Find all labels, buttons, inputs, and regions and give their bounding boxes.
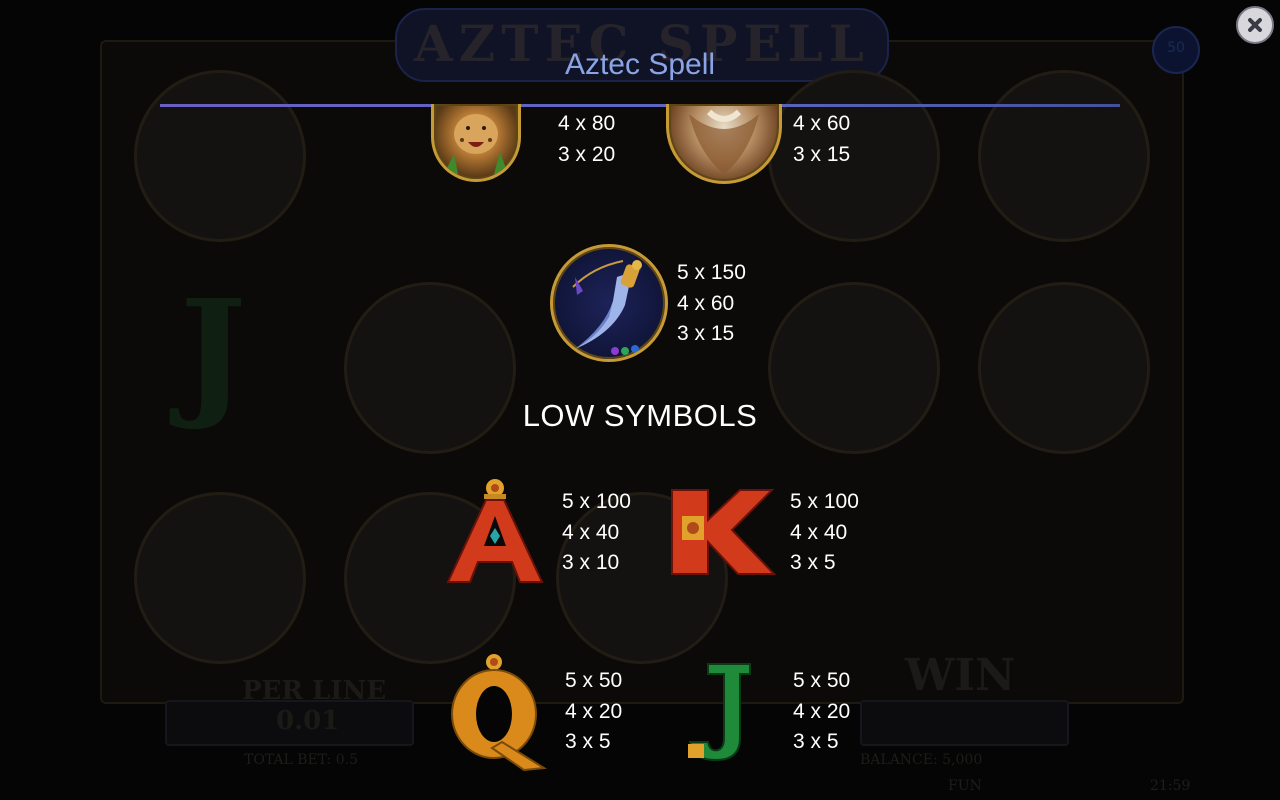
letter-j-symbol-icon bbox=[686, 660, 756, 764]
dagger-symbol-icon bbox=[550, 244, 668, 362]
payout-line: 3 x 5 bbox=[565, 730, 611, 753]
payout-line: 3 x 5 bbox=[790, 551, 836, 574]
k-payouts: 5 x 100 4 x 40 3 x 5 bbox=[790, 487, 859, 579]
payout-line: 3 x 20 bbox=[558, 142, 616, 166]
payout-line: 3 x 15 bbox=[677, 322, 735, 345]
payout-line: 4 x 40 bbox=[562, 520, 620, 544]
j-payouts: 5 x 50 4 x 20 3 x 5 bbox=[793, 666, 850, 758]
fun-label: FUN bbox=[948, 778, 982, 794]
payout-line: 5 x 50 bbox=[793, 669, 851, 692]
bg-symbol bbox=[134, 492, 306, 664]
title-divider bbox=[160, 104, 1120, 107]
letter-k-symbol-icon bbox=[668, 486, 777, 578]
letter-a-symbol-icon bbox=[440, 476, 550, 586]
letter-q-symbol-icon bbox=[448, 652, 548, 772]
payout-line: 5 x 50 bbox=[565, 669, 623, 692]
page-title: Aztec Spell bbox=[564, 48, 716, 81]
a-payouts: 5 x 100 4 x 40 3 x 10 bbox=[562, 487, 631, 579]
eagle-payouts: 4 x 60 3 x 15 bbox=[793, 109, 850, 170]
clock: 21:59 bbox=[1150, 778, 1191, 794]
q-payouts: 5 x 50 4 x 20 3 x 5 bbox=[565, 666, 622, 758]
bet-value: 0.01 bbox=[276, 706, 340, 736]
win-panel bbox=[860, 700, 1069, 746]
win-label: WIN bbox=[905, 650, 1016, 701]
payout-line: 4 x 20 bbox=[565, 699, 623, 723]
payout-line: 3 x 10 bbox=[562, 551, 620, 574]
total-bet: TOTAL BET: 0.5 bbox=[244, 752, 359, 768]
payout-line: 4 x 40 bbox=[790, 520, 848, 544]
close-button[interactable] bbox=[1236, 6, 1274, 44]
bet-label: PER LINE bbox=[242, 676, 387, 706]
payout-line: 5 x 100 bbox=[790, 490, 859, 513]
payout-line: 5 x 100 bbox=[562, 490, 631, 513]
payout-line: 4 x 60 bbox=[793, 112, 851, 135]
bg-symbol bbox=[978, 70, 1150, 242]
payout-line: 3 x 15 bbox=[793, 142, 851, 166]
dagger-payouts: 5 x 150 4 x 60 3 x 15 bbox=[677, 258, 746, 350]
payout-line: 4 x 80 bbox=[558, 112, 616, 135]
payout-line: 4 x 60 bbox=[677, 291, 735, 315]
balance: BALANCE: 5,000 bbox=[860, 752, 983, 768]
payout-line: 5 x 150 bbox=[677, 261, 746, 284]
bg-symbol bbox=[134, 70, 306, 242]
payout-line: 4 x 20 bbox=[793, 699, 851, 723]
payout-line: 3 x 5 bbox=[793, 730, 839, 753]
low-symbols-heading: LOW SYMBOLS bbox=[522, 398, 758, 433]
jaguar-payouts: 4 x 80 3 x 20 bbox=[558, 109, 615, 170]
